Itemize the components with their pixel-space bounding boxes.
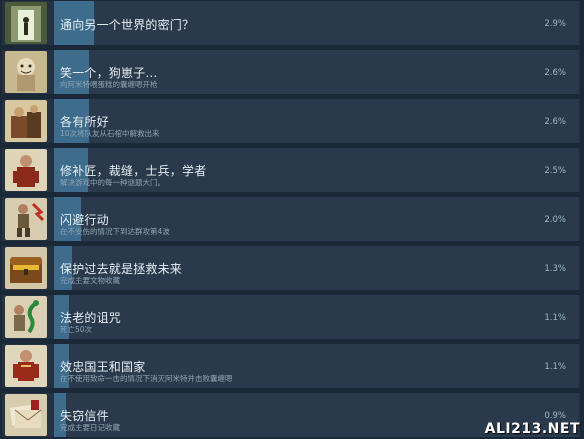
achievement-description: 10次将队友从石棺中解救出来 <box>60 129 160 138</box>
achievement-percent: 2.6% <box>544 68 566 78</box>
achievement-row[interactable]: 法老的诅咒 死亡50次 1.1% <box>2 295 580 339</box>
dodging-explorer-icon <box>5 198 47 240</box>
progress-bar <box>54 295 578 339</box>
achievement-description: 在不受伤的情况下到达群攻第4波 <box>60 227 170 236</box>
laughing-mummy-icon <box>5 51 47 93</box>
achievement-description: 解决游戏中的每一种谜题大门。 <box>60 178 165 187</box>
secret-door-icon <box>5 2 47 44</box>
achievement-row[interactable]: 效忠国王和国家 在不使用致命一击的情况下消灭阿米特并击败囊缠嗯 1.1% <box>2 344 580 388</box>
achievement-percent: 2.9% <box>544 19 566 29</box>
achievement-description: 在不使用致命一击的情况下消灭阿米特并击败囊缠嗯 <box>60 374 233 383</box>
achievement-percent: 1.1% <box>544 362 566 372</box>
achievement-percent: 2.5% <box>544 166 566 176</box>
achievement-percent: 0.9% <box>544 411 566 421</box>
achievement-row[interactable]: 各有所好 10次将队友从石棺中解救出来 2.6% <box>2 99 580 143</box>
achievement-percent: 2.6% <box>544 117 566 127</box>
achievement-row[interactable]: 闪避行动 在不受伤的情况下到达群攻第4波 2.0% <box>2 197 580 241</box>
achievement-description: 完成主要日记收藏 <box>60 423 120 432</box>
achievement-row[interactable]: 修补匠，裁缝，士兵，学者 解决游戏中的每一种谜题大门。 2.5% <box>2 148 580 192</box>
achievement-percent: 2.0% <box>544 215 566 225</box>
treasure-chest-icon <box>5 247 47 289</box>
achievement-row[interactable]: 保护过去就是拯救未来 完成主要文物收藏 1.3% <box>2 246 580 290</box>
scholar-icon <box>5 149 47 191</box>
cursed-serpent-icon <box>5 296 47 338</box>
letters-icon <box>5 394 47 436</box>
achievement-description: 死亡50次 <box>60 325 93 334</box>
achievement-description: 向阿米特喂蛋糕的囊缠嗯开枪 <box>60 80 158 89</box>
achievement-percent: 1.1% <box>544 313 566 323</box>
achievement-title: 通向另一个世界的密门？ <box>60 18 195 32</box>
watermark: ALI213.NET <box>484 421 580 437</box>
achievement-list: 通向另一个世界的密门？ 2.9% 笑一个，狗崽子… 向阿米特喂蛋糕的囊缠嗯开枪 … <box>0 0 584 439</box>
achievement-row[interactable]: 笑一个，狗崽子… 向阿米特喂蛋糕的囊缠嗯开枪 2.6% <box>2 50 580 94</box>
achievement-percent: 1.3% <box>544 264 566 274</box>
sarcophagus-icon <box>5 100 47 142</box>
achievement-description: 完成主要文物收藏 <box>60 276 120 285</box>
achievement-row[interactable]: 通向另一个世界的密门？ 2.9% <box>2 1 580 45</box>
soldier-icon <box>5 345 47 387</box>
